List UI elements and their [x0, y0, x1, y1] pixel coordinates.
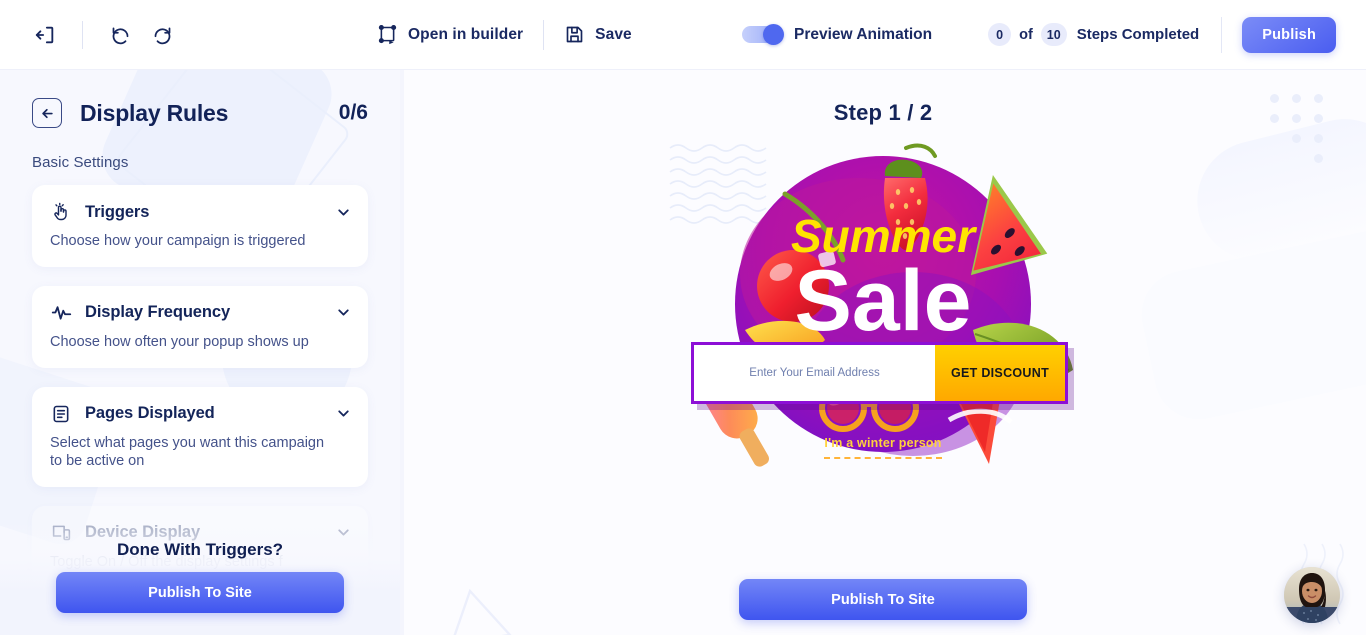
popup-preview: Summer Sale GET DISCOUNT I'm a winter pe…: [673, 134, 1093, 479]
save-label: Save: [595, 25, 632, 43]
steps-of-label: of: [1019, 26, 1033, 43]
pulse-activity-icon: [50, 302, 72, 324]
toolbar-divider-3: [1221, 16, 1223, 53]
toggle-knob: [763, 23, 784, 45]
floppy-disk-icon: [564, 24, 585, 45]
save-button[interactable]: Save: [562, 20, 634, 49]
sidebar-publish-to-site-button[interactable]: Publish To Site: [56, 572, 344, 613]
rule-card-pages-displayed[interactable]: Pages Displayed Select what pages you wa…: [32, 386, 368, 487]
decline-offer-label[interactable]: I'm a winter person: [824, 436, 942, 459]
steps-progress: 0 of 10 Steps Completed: [988, 23, 1199, 46]
avatar-photo: [1284, 567, 1340, 623]
rule-card-header: Triggers: [50, 201, 352, 223]
popup-signup-form: GET DISCOUNT: [691, 342, 1068, 404]
decline-offer-link[interactable]: I'm a winter person: [673, 434, 1093, 459]
rule-card-triggers[interactable]: Triggers Choose how your campaign is tri…: [32, 185, 368, 267]
rule-card-description: Choose how often your popup shows up: [50, 333, 309, 350]
rule-card-header: Display Frequency: [50, 302, 352, 324]
toolbar-divider-1: [82, 20, 83, 49]
rule-card-title: Pages Displayed: [85, 404, 215, 423]
email-input[interactable]: [694, 345, 935, 401]
popup-artwork: Summer Sale: [699, 143, 1073, 467]
undo-icon[interactable]: [103, 18, 137, 52]
preview-canvas: Step 1 / 2 Summer Sale Enter Your Email …: [400, 70, 1366, 635]
page-title: Display Rules: [80, 99, 229, 126]
rule-card-description: Choose how your campaign is triggered: [50, 233, 306, 249]
deco-blob-top-right: [1184, 106, 1366, 274]
deco-triangle: [453, 588, 512, 635]
canvas-publish-to-site-button[interactable]: Publish To Site: [739, 579, 1027, 620]
toolbar-center-group: Open in builder Save: [375, 19, 634, 50]
toolbar-left-group: [0, 18, 179, 52]
preview-animation-toggle[interactable]: [742, 23, 784, 45]
publish-button[interactable]: Publish: [1242, 16, 1336, 53]
rule-card-display-frequency[interactable]: Display Frequency Choose how often your …: [32, 285, 368, 368]
exit-door-icon[interactable]: [28, 18, 62, 52]
overlay-title: Done With Triggers?: [116, 540, 284, 559]
done-with-triggers-overlay: Done With Triggers? Publish To Site: [0, 523, 400, 635]
rule-card-title: Triggers: [85, 202, 150, 221]
section-label: Basic Settings: [32, 154, 129, 171]
preview-animation-group: Preview Animation: [742, 23, 933, 45]
nodes-builder-icon: [377, 24, 398, 45]
rule-card-description: Select what pages you want this campaign…: [50, 434, 325, 469]
redo-icon[interactable]: [145, 18, 179, 52]
document-list-icon: [50, 403, 72, 425]
sidebar-header: Display Rules 0/6: [32, 98, 368, 128]
rules-count: 0/6: [338, 101, 368, 124]
deco-dot-grid: [1270, 94, 1346, 170]
steps-total-badge: 10: [1040, 23, 1067, 46]
svg-text:Sale: Sale: [795, 253, 972, 349]
hand-tap-icon: [50, 201, 72, 223]
step-indicator: Step 1 / 2: [833, 100, 933, 125]
top-toolbar: Open in builder Save Preview Animation 0…: [0, 0, 1366, 70]
get-discount-button[interactable]: GET DISCOUNT: [935, 345, 1065, 401]
app-root: Open in builder Save Preview Animation 0…: [0, 0, 1366, 635]
rule-card-header: Pages Displayed: [50, 403, 352, 425]
toolbar-right-group: Preview Animation 0 of 10 Steps Complete…: [742, 16, 1366, 53]
open-in-builder-button[interactable]: Open in builder: [375, 20, 525, 49]
toolbar-divider-2: [543, 19, 545, 50]
preview-animation-label: Preview Animation: [794, 25, 933, 43]
deco-blob-right: [1133, 222, 1366, 428]
main-body: Display Rules 0/6 Basic Settings Trigger…: [0, 70, 1366, 635]
rule-card-title: Display Frequency: [85, 303, 231, 322]
arrow-left-icon[interactable]: [32, 98, 62, 128]
chevron-down-icon[interactable]: [335, 304, 352, 321]
deco-left-bar: [400, 70, 404, 635]
support-agent-avatar[interactable]: [1284, 567, 1340, 623]
chevron-down-icon[interactable]: [335, 204, 352, 221]
chevron-down-icon[interactable]: [335, 405, 352, 422]
open-in-builder-label: Open in builder: [408, 25, 524, 43]
steps-completed-label: Steps Completed: [1076, 26, 1200, 43]
steps-current-badge: 0: [988, 23, 1012, 46]
display-rules-sidebar: Display Rules 0/6 Basic Settings Trigger…: [0, 70, 400, 635]
